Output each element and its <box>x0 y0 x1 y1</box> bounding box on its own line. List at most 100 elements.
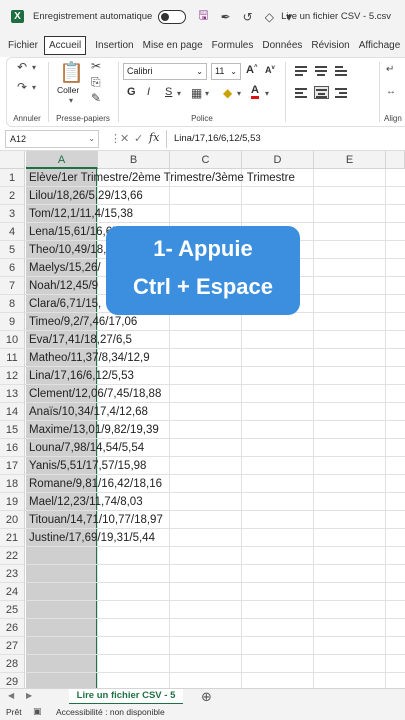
cell-a2[interactable]: Lilou/18,26/5,29/13,66 <box>29 187 143 205</box>
cell-a16[interactable]: Louna/7,98/14,54/5,54 <box>29 439 144 457</box>
sheet-tab-active[interactable]: Lire un fichier CSV - 5 <box>69 689 183 705</box>
row-header-8[interactable]: 8 <box>0 295 25 313</box>
tab-insertion[interactable]: Insertion <box>95 36 133 55</box>
tab-fichier[interactable]: Fichier <box>8 36 38 55</box>
cut-icon[interactable]: ✂ <box>91 59 101 73</box>
tab-accueil[interactable]: Accueil <box>44 35 87 55</box>
font-name-select[interactable]: Calibri ⌄ <box>123 63 207 80</box>
paste-icon[interactable]: 📋 <box>59 60 84 85</box>
column-header-c[interactable]: C <box>170 151 242 169</box>
fill-color-icon[interactable]: ◆ <box>223 86 232 100</box>
row-header-20[interactable]: 20 <box>0 511 25 529</box>
fill-icon[interactable]: ◇ <box>265 10 274 24</box>
row-header-15[interactable]: 15 <box>0 421 25 439</box>
underline-icon[interactable]: S <box>165 86 172 98</box>
cell-a14[interactable]: Anaïs/10,34/17,4/12,68 <box>29 403 148 421</box>
save-icon[interactable]: 🖫 <box>198 6 208 27</box>
font-color-icon[interactable]: A <box>251 85 259 99</box>
sheet-next-icon[interactable]: ▶ <box>26 691 32 700</box>
row-header-27[interactable]: 27 <box>0 637 25 655</box>
cell-a12[interactable]: Lina/17,16/6,12/5,53 <box>29 367 134 385</box>
row-header-22[interactable]: 22 <box>0 547 25 565</box>
format-painter-brush-icon[interactable]: ✎ <box>91 91 101 105</box>
bold-icon[interactable]: G <box>127 86 136 98</box>
paste-label[interactable]: Coller <box>57 85 79 95</box>
row-header-21[interactable]: 21 <box>0 529 25 547</box>
borders-dropdown-icon[interactable]: ▾ <box>205 89 209 98</box>
accessibility-status[interactable]: Accessibilité : non disponible <box>56 707 165 717</box>
select-all-corner[interactable] <box>0 151 25 169</box>
wrap-text-icon[interactable]: ↵ <box>386 64 394 75</box>
cell-a6[interactable]: Maelys/15,26/ <box>29 259 101 277</box>
row-header-6[interactable]: 6 <box>0 259 25 277</box>
column-header-f[interactable] <box>386 151 405 169</box>
column-header-d[interactable]: D <box>242 151 314 169</box>
cell-a1[interactable]: Elève/1er Trimestre/2ème Trimestre/3ème … <box>29 169 295 187</box>
cell-a17[interactable]: Yanis/5,51/17,57/15,98 <box>29 457 146 475</box>
column-header-a[interactable]: A <box>26 151 98 169</box>
formula-input[interactable]: Lina/17,16/6,12/5,53 <box>166 130 405 148</box>
italic-icon[interactable]: I <box>147 86 150 98</box>
row-header-14[interactable]: 14 <box>0 403 25 421</box>
tab-donnees[interactable]: Données <box>262 36 302 55</box>
enter-icon[interactable]: ✓ <box>134 132 143 145</box>
row-header-26[interactable]: 26 <box>0 619 25 637</box>
row-header-23[interactable]: 23 <box>0 565 25 583</box>
row-header-10[interactable]: 10 <box>0 331 25 349</box>
row-header-28[interactable]: 28 <box>0 655 25 673</box>
undo-dropdown-icon[interactable]: ▾ <box>32 63 36 72</box>
cell-a7[interactable]: Noah/12,45/9 <box>29 277 98 295</box>
font-size-select[interactable]: 11 ⌄ <box>211 63 241 80</box>
cell-a10[interactable]: Eva/17,41/18,27/6,5 <box>29 331 132 349</box>
chevron-down-icon[interactable]: ⌄ <box>88 131 95 147</box>
row-header-24[interactable]: 24 <box>0 583 25 601</box>
align-right-icon[interactable] <box>334 86 349 99</box>
paste-dropdown-icon[interactable]: ▾ <box>69 96 73 105</box>
cell-a13[interactable]: Clement/12,06/7,45/18,88 <box>29 385 161 403</box>
align-middle-icon[interactable] <box>314 64 329 77</box>
cell-a18[interactable]: Romane/9,81/16,42/18,16 <box>29 475 162 493</box>
undo-icon[interactable]: ↶ <box>17 60 27 74</box>
tab-affichage[interactable]: Affichage <box>359 36 401 55</box>
copy-icon[interactable]: ⎘ <box>91 75 101 90</box>
cell-a9[interactable]: Timeo/9,2/7,46/17,06 <box>29 313 137 331</box>
cell-a15[interactable]: Maxime/13,01/9,82/19,39 <box>29 421 159 439</box>
row-header-13[interactable]: 13 <box>0 385 25 403</box>
insert-function-icon[interactable]: fx <box>149 131 159 144</box>
fill-color-dropdown-icon[interactable]: ▾ <box>237 89 241 98</box>
undo-history-icon[interactable]: ↺ <box>243 10 253 24</box>
macro-record-icon[interactable]: ▣ <box>33 706 42 717</box>
cell-a21[interactable]: Justine/17,69/19,31/5,44 <box>29 529 155 547</box>
row-header-9[interactable]: 9 <box>0 313 25 331</box>
tab-revision[interactable]: Révision <box>311 36 349 55</box>
row-header-19[interactable]: 19 <box>0 493 25 511</box>
align-bottom-icon[interactable] <box>334 64 349 77</box>
row-header-2[interactable]: 2 <box>0 187 25 205</box>
row-header-3[interactable]: 3 <box>0 205 25 223</box>
column-header-b[interactable]: B <box>98 151 170 169</box>
cell-a20[interactable]: Titouan/14,71/10,77/18,97 <box>29 511 163 529</box>
tab-mise-en-page[interactable]: Mise en page <box>143 36 203 55</box>
row-header-7[interactable]: 7 <box>0 277 25 295</box>
row-header-16[interactable]: 16 <box>0 439 25 457</box>
merge-icon[interactable]: ↔ <box>386 86 396 97</box>
cell-a19[interactable]: Mael/12,23/11,74/8,03 <box>29 493 143 511</box>
shrink-font-icon[interactable]: Av <box>265 65 275 75</box>
format-painter-icon[interactable]: ✒ <box>221 10 231 24</box>
add-sheet-icon[interactable]: ⊕ <box>201 689 212 704</box>
grow-font-icon[interactable]: A^ <box>246 64 257 76</box>
row-header-11[interactable]: 11 <box>0 349 25 367</box>
align-left-icon[interactable] <box>294 86 309 99</box>
font-color-dropdown-icon[interactable]: ▾ <box>265 89 269 98</box>
borders-icon[interactable]: ▦ <box>191 86 202 100</box>
redo-dropdown-icon[interactable]: ▾ <box>32 83 36 92</box>
autosave-toggle[interactable] <box>158 9 187 24</box>
align-top-icon[interactable] <box>294 64 309 77</box>
row-header-4[interactable]: 4 <box>0 223 25 241</box>
row-header-29[interactable]: 29 <box>0 673 25 688</box>
name-box[interactable]: A12 ⌄ <box>5 130 99 148</box>
cell-a11[interactable]: Matheo/11,37/8,34/12,9 <box>29 349 150 367</box>
tab-formules[interactable]: Formules <box>212 36 254 55</box>
row-header-18[interactable]: 18 <box>0 475 25 493</box>
cell-a3[interactable]: Tom/12,1/11,4/15,38 <box>29 205 133 223</box>
